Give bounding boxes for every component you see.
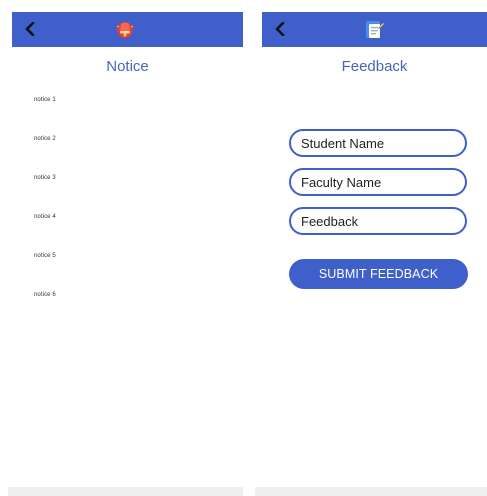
submit-feedback-button[interactable]: SUBMIT FEEDBACK [289,259,468,289]
list-item[interactable]: notice 4 [34,214,56,253]
notepad-icon [366,21,384,38]
feedback-app-bar [262,12,487,47]
screen-divider [243,0,255,496]
notice-list: notice 1 notice 2 notice 3 notice 4 noti… [34,97,56,331]
feedback-screen: Feedback Student Name Faculty Name Feedb… [255,0,487,496]
list-item[interactable]: notice 5 [34,253,56,292]
list-item[interactable]: notice 3 [34,175,56,214]
back-arrow-icon [275,22,285,36]
student-name-field[interactable]: Student Name [289,129,467,157]
notice-app-bar [12,12,243,47]
page-title: Feedback [341,58,408,75]
list-item[interactable]: notice 2 [34,136,56,175]
list-item[interactable]: notice 6 [34,292,56,331]
page-title: Notice [106,58,149,75]
feedback-field[interactable]: Feedback [289,207,467,235]
back-arrow-icon [25,22,35,36]
faculty-name-field[interactable]: Faculty Name [289,168,467,196]
back-button[interactable] [270,18,290,40]
bell-icon [116,22,134,38]
back-button[interactable] [20,18,40,40]
list-item[interactable]: notice 1 [34,97,56,136]
bottom-bar [255,487,487,496]
notice-screen: Notice notice 1 notice 2 notice 3 notice… [0,0,243,496]
bottom-bar [8,487,243,496]
